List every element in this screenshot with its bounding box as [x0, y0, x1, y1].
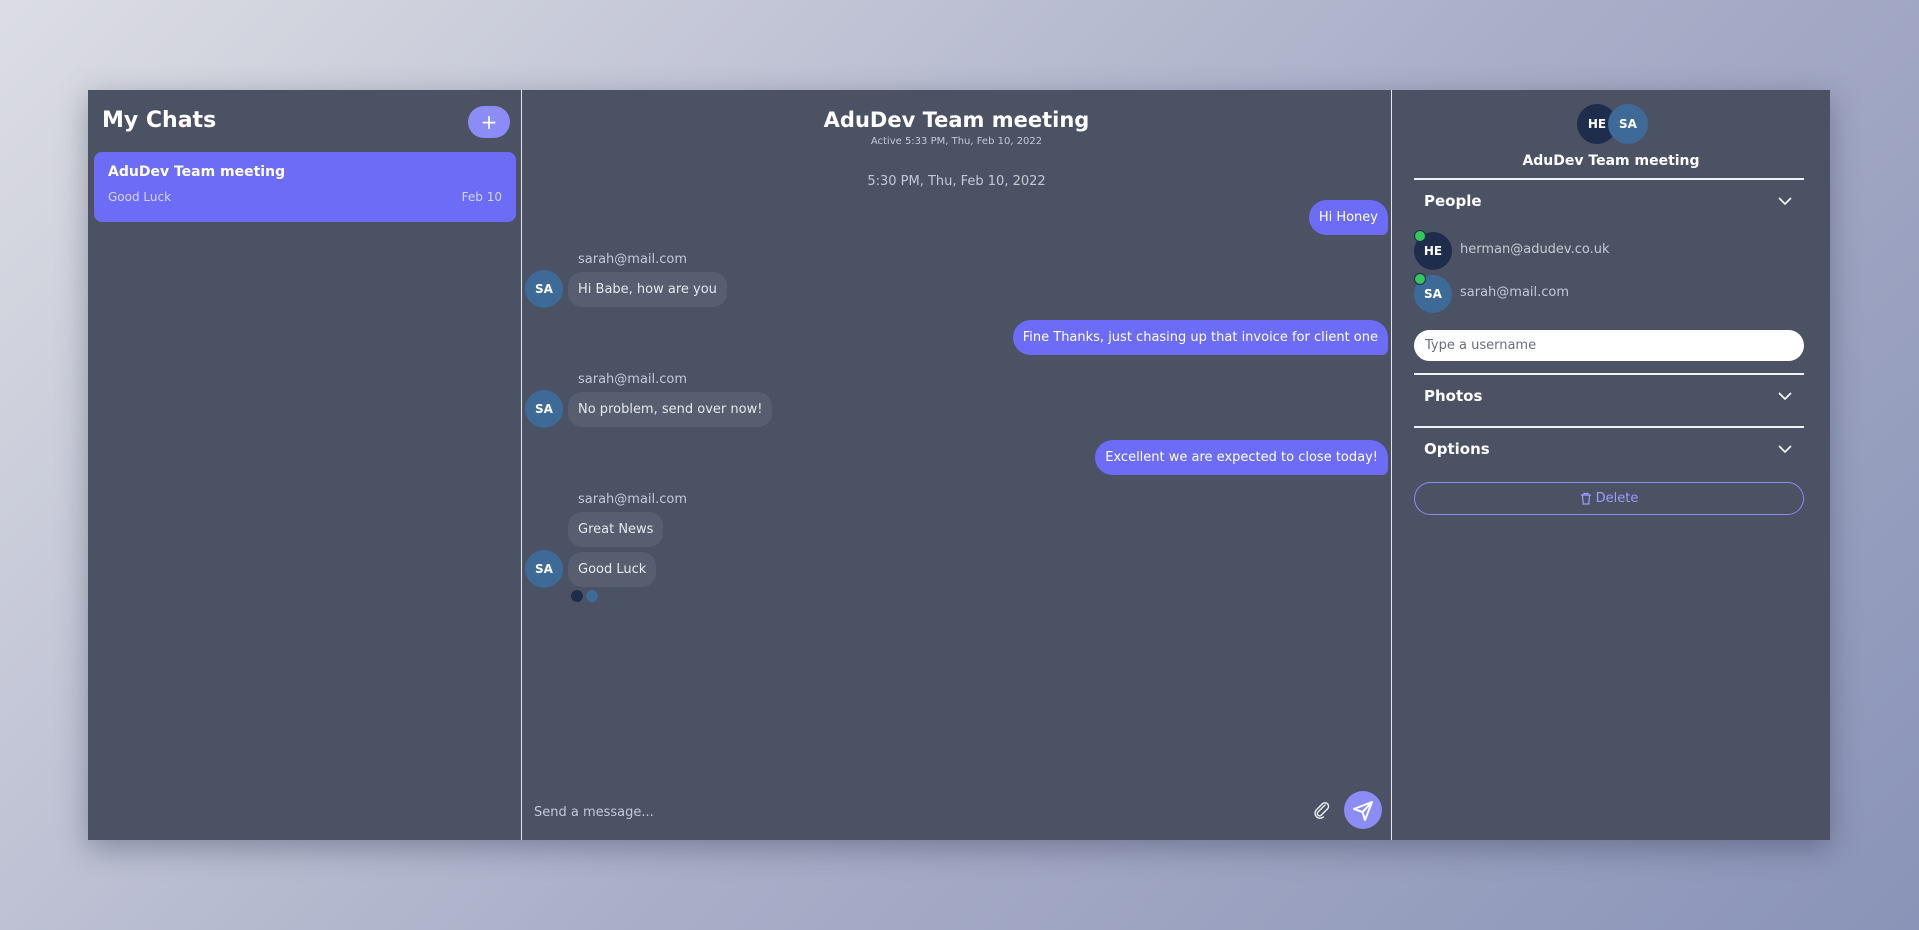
chat-date: Feb 10: [461, 190, 502, 204]
message-input[interactable]: [532, 796, 1316, 828]
conversation-timestamp: 5:30 PM, Thu, Feb 10, 2022: [867, 174, 1046, 189]
person-row: HE herman@adudev.co.uk: [1414, 230, 1804, 272]
details-title: AduDev Team meeting: [1522, 153, 1700, 169]
avatar: SA: [525, 270, 563, 308]
person-email: sarah@mail.com: [1460, 285, 1570, 300]
chevron-down-icon: [1778, 392, 1792, 401]
active-status: Active 5:33 PM, Thu, Feb 10, 2022: [870, 136, 1043, 147]
read-receipt-sa: [586, 590, 598, 602]
chat-last-message: Good Luck: [108, 190, 172, 204]
username-input[interactable]: [1414, 330, 1804, 361]
message-composer: [522, 786, 1391, 840]
send-button[interactable]: [1344, 791, 1382, 829]
chevron-down-icon: [1778, 197, 1792, 206]
chat-list-item[interactable]: AduDev Team meeting Good Luck Feb 10: [94, 152, 516, 222]
delete-chat-button[interactable]: Delete: [1414, 482, 1804, 515]
chevron-down-icon: [1778, 445, 1792, 454]
message-bubble-received: Hi Babe, how are you: [568, 272, 727, 307]
options-label: Options: [1424, 440, 1490, 458]
people-label: People: [1424, 192, 1482, 210]
photos-label: Photos: [1424, 387, 1483, 405]
participant-avatars: HE SA: [1577, 104, 1657, 144]
read-receipt-he: [571, 590, 583, 602]
send-icon: [1353, 801, 1373, 821]
sidebar-title: My Chats: [102, 108, 217, 133]
conversation-panel: AduDev Team meeting Active 5:33 PM, Thu,…: [522, 90, 1392, 840]
chat-details-panel: HE SA AduDev Team meeting People HE herm…: [1392, 90, 1830, 840]
chat-name: AduDev Team meeting: [108, 164, 286, 180]
message-bubble-received: Good Luck: [568, 552, 657, 587]
new-chat-button[interactable]: +: [468, 106, 510, 138]
person-email: herman@adudev.co.uk: [1460, 242, 1610, 257]
chat-title: AduDev Team meeting: [823, 108, 1090, 132]
options-section-header[interactable]: Options: [1414, 426, 1804, 476]
message-sender: sarah@mail.com: [578, 492, 688, 507]
photos-section-header[interactable]: Photos: [1414, 373, 1804, 423]
message-bubble-received: Great News: [568, 512, 664, 547]
avatar: SA: [525, 390, 563, 428]
online-status-dot: [1414, 273, 1426, 285]
message-bubble-received: No problem, send over now!: [568, 392, 773, 427]
delete-label: Delete: [1595, 491, 1639, 506]
people-section-header[interactable]: People: [1414, 178, 1804, 228]
avatar: SA: [525, 550, 563, 588]
message-bubble-sent: Hi Honey: [1308, 200, 1388, 235]
avatar: SA: [1608, 104, 1648, 144]
chat-app: My Chats + AduDev Team meeting Good Luck…: [88, 90, 1830, 840]
message-bubble-sent: Excellent we are expected to close today…: [1095, 440, 1388, 475]
message-bubble-sent: Fine Thanks, just chasing up that invoic…: [1012, 320, 1388, 355]
paperclip-icon[interactable]: [1312, 800, 1332, 820]
message-sender: sarah@mail.com: [578, 372, 688, 387]
chat-meta: Good Luck Feb 10: [108, 190, 502, 204]
chats-sidebar: My Chats + AduDev Team meeting Good Luck…: [88, 90, 522, 840]
trash-icon: [1580, 492, 1591, 505]
message-sender: sarah@mail.com: [578, 252, 688, 267]
person-row: SA sarah@mail.com: [1414, 273, 1804, 315]
online-status-dot: [1414, 230, 1426, 242]
